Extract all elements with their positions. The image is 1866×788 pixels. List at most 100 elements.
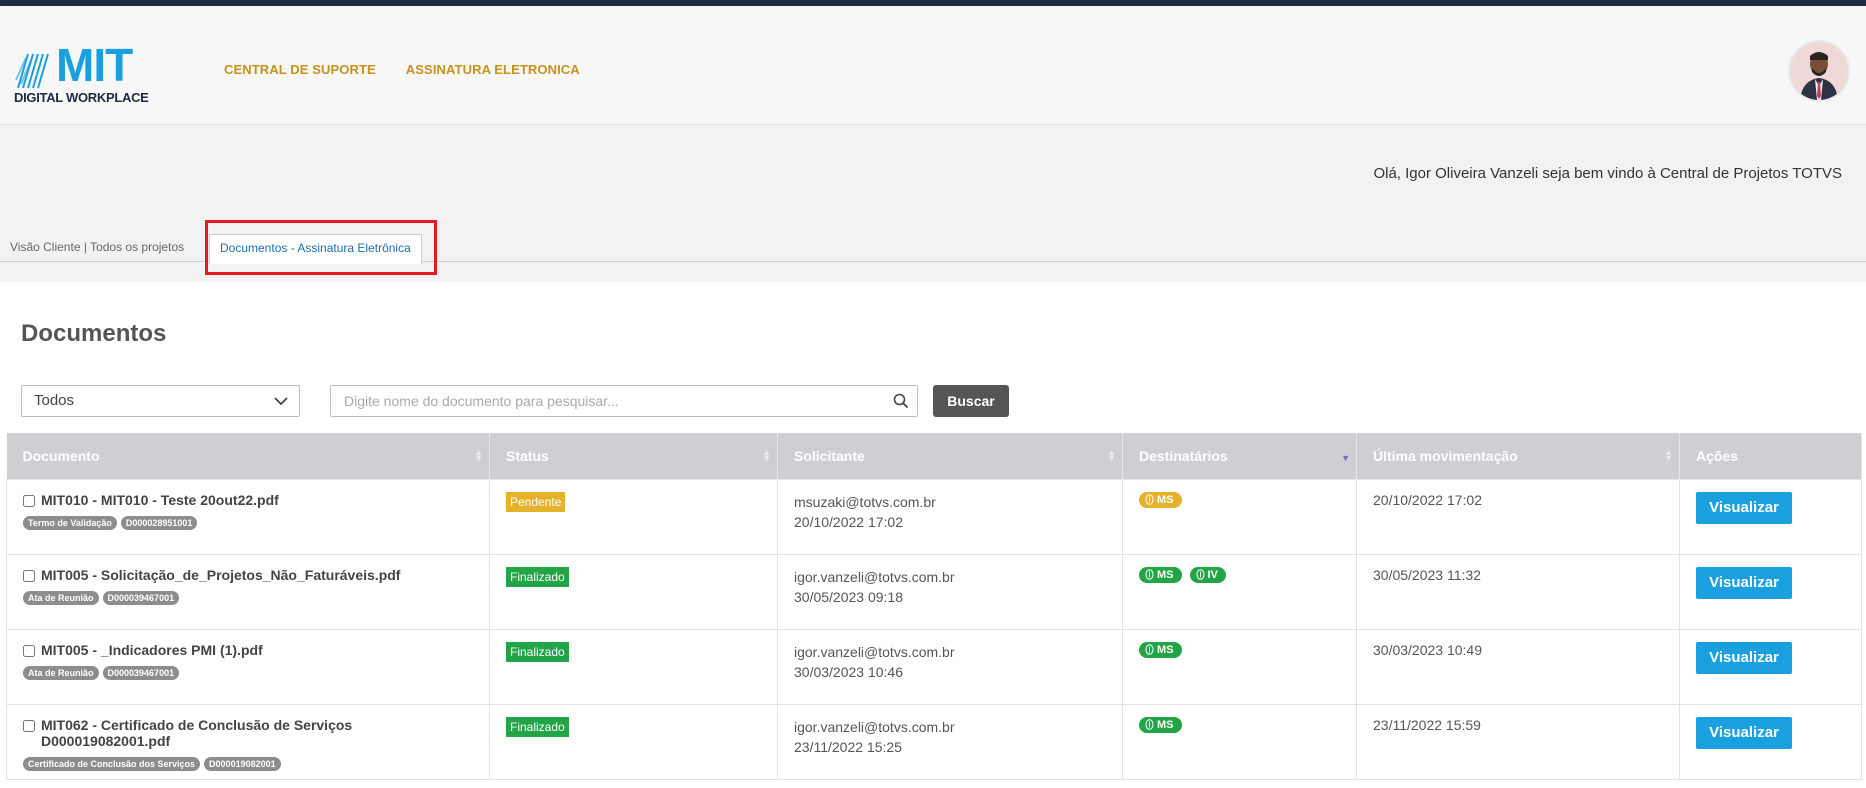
cell-solicitante: igor.vanzeli@totvs.com.br 30/03/2023 10:4… — [777, 628, 1123, 705]
col-destinatarios[interactable]: Destinatários ▼ — [1122, 433, 1357, 479]
cell-acoes: Visualizar — [1679, 553, 1862, 630]
fingerprint-icon — [1196, 569, 1204, 580]
doc-type-tag: Certificado de Conclusão dos Serviços — [23, 756, 201, 771]
search-icon[interactable] — [893, 393, 909, 409]
chevron-down-icon — [274, 397, 288, 406]
cell-documento: MIT010 - MIT010 - Teste 20out22.pdf Term… — [6, 478, 490, 555]
nav-central-de-suporte[interactable]: CENTRAL DE SUPORTE — [224, 62, 376, 77]
col-status[interactable]: Status ▲ ▼ — [489, 433, 778, 479]
document-name[interactable]: MIT062 - Certificado de Conclusão de Ser… — [41, 717, 352, 749]
doc-id-tag: D000028951001 — [120, 515, 198, 530]
search-button[interactable]: Buscar — [933, 385, 1009, 417]
cell-documento: MIT005 - Solicitação_de_Projetos_Não_Fat… — [6, 553, 490, 630]
table-header-row: Documento ▲ ▼ Status ▲ ▼ Solicitante ▲ ▼ Desti… — [6, 433, 1862, 479]
request-date: 30/05/2023 09:18 — [794, 588, 903, 605]
search-input[interactable] — [331, 386, 871, 416]
requester-email: msuzaki@totvs.com.br — [794, 493, 936, 510]
doc-id-tag: D000019082001 — [204, 756, 281, 771]
cell-solicitante: msuzaki@totvs.com.br 20/10/2022 17:02 — [777, 478, 1123, 555]
cell-ultima-movimentacao: 23/11/2022 15:59 — [1356, 703, 1680, 780]
fingerprint-icon — [1145, 644, 1154, 655]
cell-status: Finalizado — [489, 703, 778, 780]
fingerprint-icon — [1145, 494, 1154, 505]
page-title: Documentos — [21, 320, 167, 347]
status-badge: Finalizado — [506, 641, 569, 662]
request-date: 30/03/2023 10:46 — [794, 663, 903, 680]
cell-acoes: Visualizar — [1679, 478, 1862, 555]
cell-destinatarios: MS — [1122, 628, 1357, 705]
document-name[interactable]: MIT010 - MIT010 - Teste 20out22.pdf — [41, 492, 279, 508]
cell-ultima-movimentacao: 30/03/2023 10:49 — [1356, 628, 1680, 705]
document-name[interactable]: MIT005 - Solicitação_de_Projetos_Não_Fat… — [41, 567, 400, 583]
requester-email: igor.vanzeli@totvs.com.br — [794, 643, 955, 660]
col-documento[interactable]: Documento ▲ ▼ — [6, 433, 490, 479]
row-checkbox[interactable] — [23, 719, 35, 732]
cell-status: Finalizado — [489, 553, 778, 630]
cell-solicitante: igor.vanzeli@totvs.com.br 23/11/2022 15:2… — [777, 703, 1123, 780]
doc-type-tag: Termo de Validação — [23, 515, 117, 530]
table-row: MIT010 - MIT010 - Teste 20out22.pdf Term… — [6, 478, 1862, 555]
main-content: Documentos Todos Buscar Documento▲▼ Stat… — [0, 282, 1866, 788]
cell-acoes: Visualizar — [1679, 628, 1862, 705]
cell-ultima-movimentacao: 30/05/2023 11:32 — [1356, 553, 1680, 630]
visualizar-button[interactable]: Visualizar — [1696, 641, 1792, 674]
tab-documentos-assinatura[interactable]: Documentos - Assinatura Eletrônica — [209, 234, 422, 264]
col-solicitante[interactable]: Solicitante ▲ ▼ — [777, 433, 1123, 479]
sort-desc-icon: ▼ — [1341, 453, 1350, 463]
table-row: MIT005 - _Indicadores PMI (1).pdf Ata de… — [6, 628, 1862, 705]
table-row: MIT062 - Certificado de Conclusão de Ser… — [6, 703, 1862, 780]
recipient-badge[interactable]: MS — [1139, 566, 1182, 583]
requester-email: igor.vanzeli@totvs.com.br — [794, 718, 955, 735]
cell-status: Finalizado — [489, 628, 778, 705]
tab-visao-cliente[interactable]: Visão Cliente | Todos os projetos — [0, 234, 194, 260]
welcome-message: Olá, Igor Oliveira Vanzeli seja bem vind… — [1373, 165, 1842, 182]
logo-stripes-icon — [15, 53, 49, 89]
doc-type-tag: Ata de Reunião — [23, 665, 99, 680]
cell-solicitante: igor.vanzeli@totvs.com.br 30/05/2023 09:1… — [777, 553, 1123, 630]
type-filter-select[interactable]: Todos — [21, 385, 300, 417]
logo-subtitle: DIGITAL WORKPLACE — [14, 90, 149, 105]
row-checkbox[interactable] — [23, 494, 35, 507]
status-badge: Finalizado — [506, 716, 569, 737]
app-header: MIT DIGITAL WORKPLACE CENTRAL DE SUPORTE… — [0, 6, 1866, 125]
col-acoes: Ações — [1679, 433, 1862, 479]
cell-acoes: Visualizar — [1679, 703, 1862, 780]
cell-status: Pendente — [489, 478, 778, 555]
visualizar-button[interactable]: Visualizar — [1696, 716, 1792, 749]
user-avatar[interactable] — [1788, 40, 1850, 102]
mit-logo[interactable]: MIT DIGITAL WORKPLACE — [14, 42, 154, 106]
nav-assinatura-eletronica[interactable]: ASSINATURA ELETRONICA — [406, 62, 580, 77]
fingerprint-icon — [1145, 569, 1154, 580]
requester-email: igor.vanzeli@totvs.com.br — [794, 568, 955, 585]
doc-id-tag: D000039467001 — [102, 590, 180, 605]
visualizar-button[interactable]: Visualizar — [1696, 491, 1792, 524]
recipient-badge[interactable]: MS — [1139, 641, 1182, 658]
search-box — [330, 385, 918, 417]
cell-destinatarios: MS IV — [1122, 553, 1357, 630]
recipient-badge[interactable]: MS — [1139, 491, 1182, 508]
status-badge: Pendente — [506, 491, 566, 512]
cell-ultima-movimentacao: 20/10/2022 17:02 — [1356, 478, 1680, 555]
logo-mit-text: MIT — [56, 39, 133, 91]
cell-documento: MIT062 - Certificado de Conclusão de Ser… — [6, 703, 490, 780]
main-nav: CENTRAL DE SUPORTE ASSINATURA ELETRONICA — [224, 62, 580, 77]
fingerprint-icon — [1145, 719, 1154, 730]
cell-destinatarios: MS — [1122, 703, 1357, 780]
col-ultima-movimentacao[interactable]: Última movimentação ▲ ▼ — [1356, 433, 1680, 479]
sort-icon: ▲ ▼ — [474, 447, 483, 463]
user-photo-icon — [1790, 42, 1848, 100]
sort-icon: ▲ ▼ — [1107, 447, 1116, 463]
sort-icon: ▲ ▼ — [1664, 447, 1673, 463]
row-checkbox[interactable] — [23, 569, 35, 582]
doc-type-tag: Ata de Reunião — [23, 590, 99, 605]
table-row: MIT005 - Solicitação_de_Projetos_Não_Fat… — [6, 553, 1862, 630]
cell-destinatarios: MS — [1122, 478, 1357, 555]
tab-bar: Visão Cliente | Todos os projetos Docume… — [0, 226, 1866, 264]
row-checkbox[interactable] — [23, 644, 35, 657]
doc-id-tag: D000039467001 — [102, 665, 180, 680]
document-name[interactable]: MIT005 - _Indicadores PMI (1).pdf — [41, 642, 263, 658]
visualizar-button[interactable]: Visualizar — [1696, 566, 1792, 599]
recipient-badge[interactable]: MS — [1139, 716, 1182, 733]
recipient-badge[interactable]: IV — [1189, 566, 1226, 583]
request-date: 23/11/2022 15:25 — [794, 738, 902, 755]
